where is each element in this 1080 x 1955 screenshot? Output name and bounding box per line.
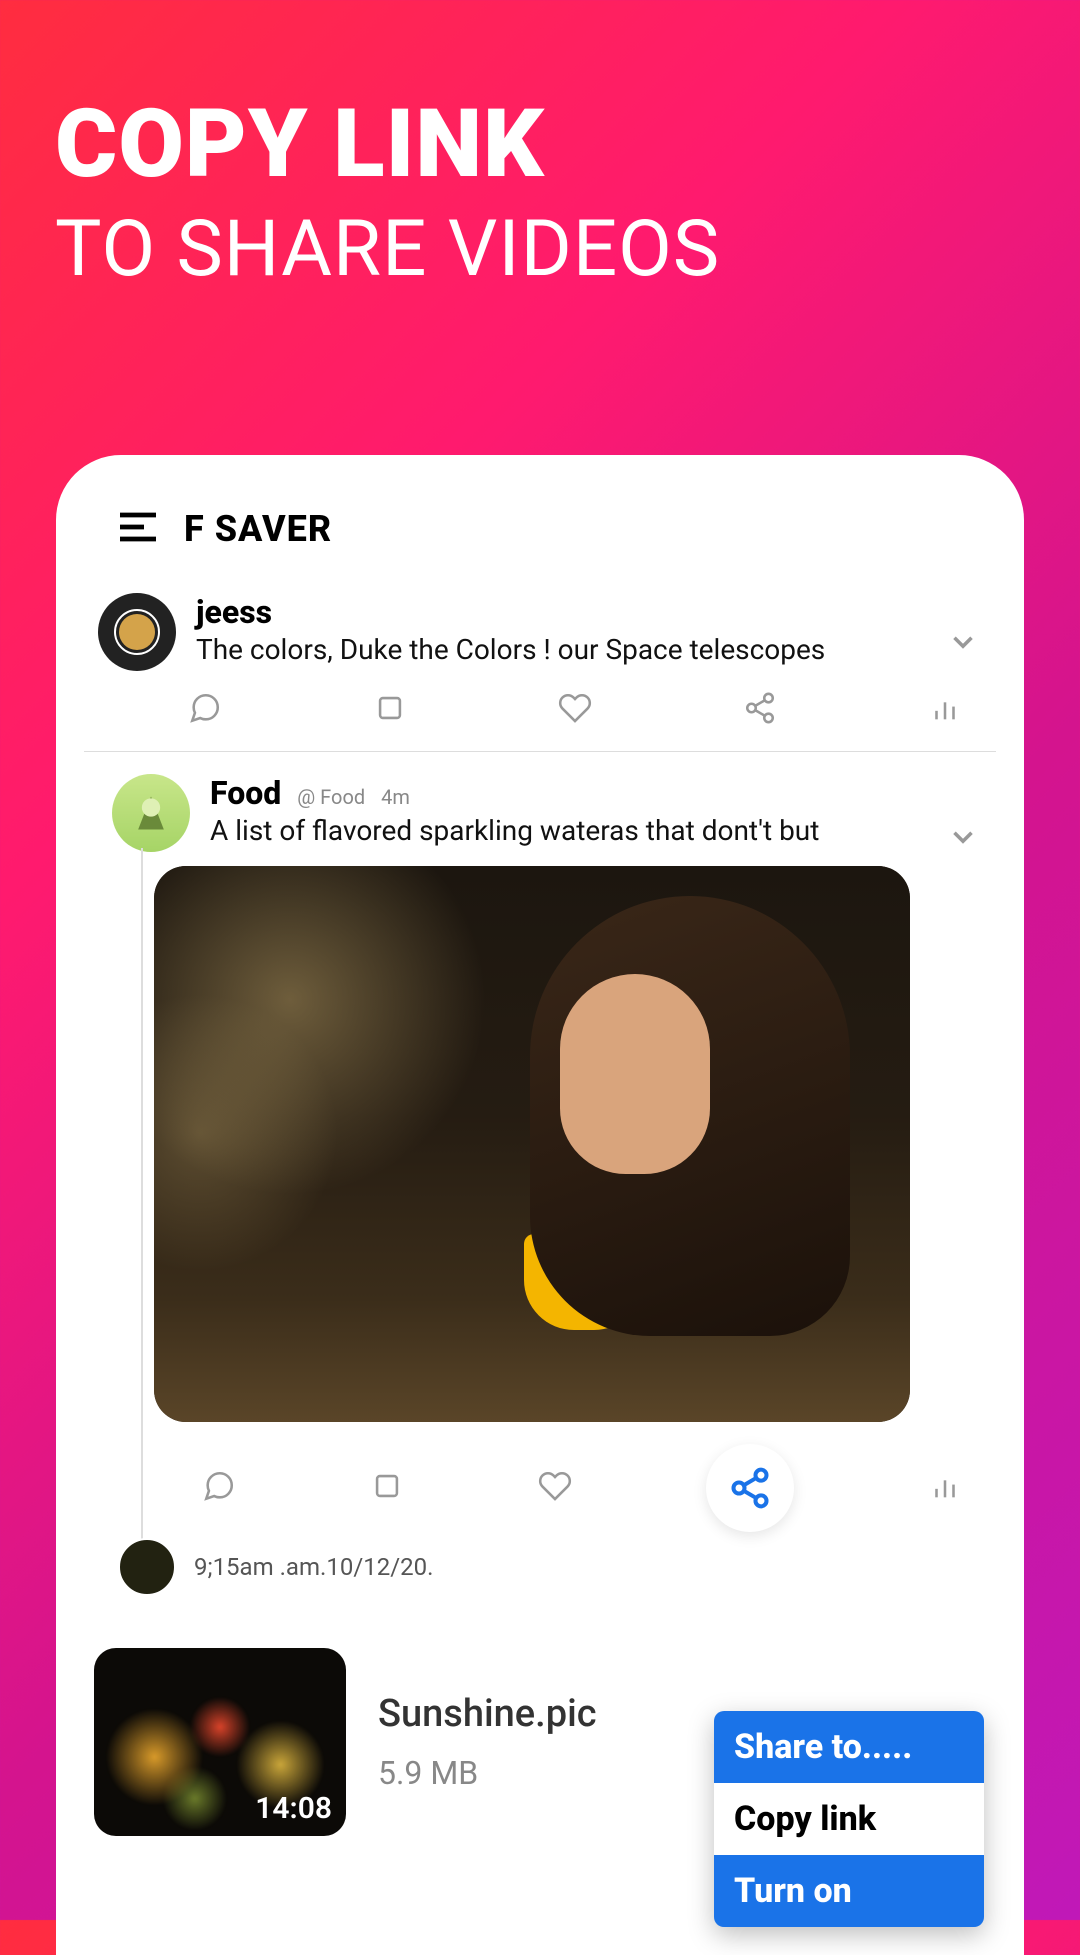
menu-icon[interactable] xyxy=(114,503,162,555)
post-actions xyxy=(102,1422,992,1538)
comment-icon[interactable] xyxy=(188,691,222,725)
post-handle[interactable]: @ Food xyxy=(297,785,365,809)
share-icon[interactable] xyxy=(743,691,777,725)
post-timestamp: 9;15am .am.10/12/20. xyxy=(194,1553,433,1581)
post-time: 4m xyxy=(381,785,410,809)
post-media[interactable] xyxy=(154,866,910,1422)
menu-item-copy-link[interactable]: Copy link xyxy=(714,1783,984,1855)
divider xyxy=(84,751,996,752)
avatar[interactable] xyxy=(98,593,176,671)
hero-subtitle: TO SHARE VIDEOS xyxy=(55,203,1025,297)
mini-avatar[interactable] xyxy=(118,1538,176,1596)
media-person xyxy=(490,896,850,1396)
post-text: The colors, Duke the Colors ! our Space … xyxy=(196,633,982,666)
video-duration: 14:08 xyxy=(255,1791,332,1826)
post-item: Food @ Food 4m A list of flavored sparkl… xyxy=(84,758,996,1600)
repost-icon[interactable] xyxy=(373,691,407,725)
post-text: A list of flavored sparkling wateras tha… xyxy=(210,814,982,847)
menu-item-turn-on[interactable]: Turn on xyxy=(714,1855,984,1927)
stats-icon[interactable] xyxy=(928,1469,962,1507)
hero-title: COPY LINK xyxy=(55,95,1025,195)
menu-item-share-to[interactable]: Share to..... xyxy=(714,1711,984,1783)
post-actions xyxy=(88,671,992,741)
file-info: Sunshine.pic 5.9 MB xyxy=(378,1692,597,1792)
file-size: 5.9 MB xyxy=(378,1754,597,1792)
heart-icon[interactable] xyxy=(538,1469,572,1507)
hero-banner: COPY LINK TO SHARE VIDEOS xyxy=(0,0,1080,296)
share-button-highlighted[interactable] xyxy=(706,1444,794,1532)
stats-icon[interactable] xyxy=(928,691,962,725)
app-title: F SAVER xyxy=(184,508,332,550)
chevron-down-icon[interactable] xyxy=(946,625,980,663)
file-name: Sunshine.pic xyxy=(378,1692,597,1736)
video-thumbnail[interactable]: 14:08 xyxy=(94,1648,346,1836)
heart-icon[interactable] xyxy=(558,691,592,725)
app-header: F SAVER xyxy=(84,503,996,577)
timestamp-row: 9;15am .am.10/12/20. xyxy=(102,1538,992,1596)
avatar[interactable] xyxy=(112,774,190,852)
phone-frame: F SAVER jeess The colors, Duke the Color… xyxy=(56,455,1024,1955)
post-username[interactable]: Food xyxy=(210,774,281,812)
share-menu: Share to..... Copy link Turn on xyxy=(714,1711,984,1927)
post-item: jeess The colors, Duke the Colors ! our … xyxy=(84,577,996,745)
comment-icon[interactable] xyxy=(202,1469,236,1507)
chevron-down-icon[interactable] xyxy=(946,820,980,858)
repost-icon[interactable] xyxy=(370,1469,404,1507)
post-username[interactable]: jeess xyxy=(196,593,982,631)
